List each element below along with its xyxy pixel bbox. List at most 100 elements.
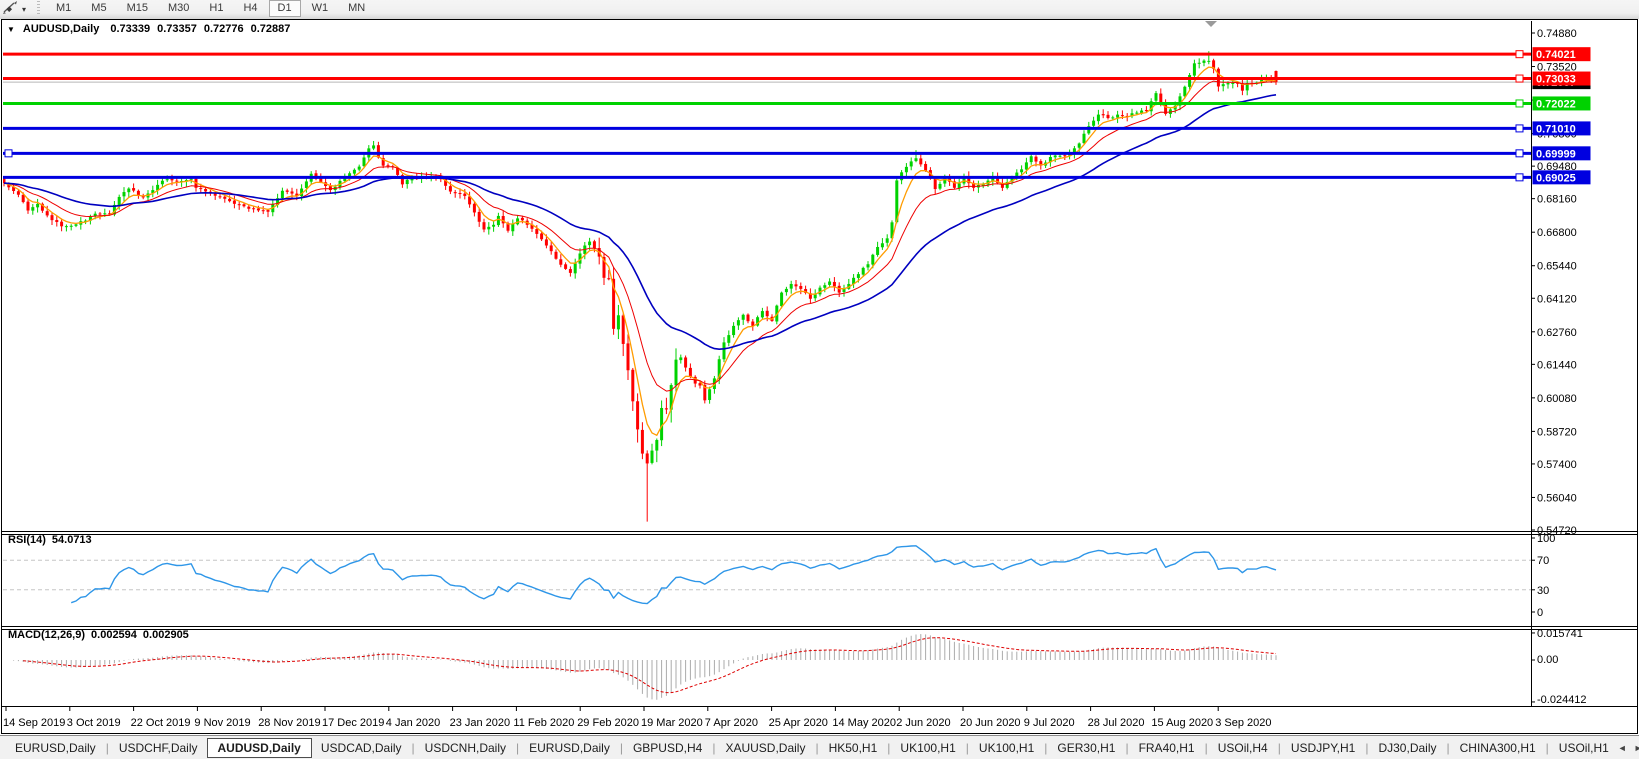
candle-body bbox=[199, 188, 203, 190]
candle-body bbox=[607, 278, 611, 280]
candle-body bbox=[679, 357, 683, 361]
hline-handle[interactable] bbox=[1515, 173, 1524, 182]
tab-scroll-left-icon[interactable]: ◄ bbox=[1618, 743, 1627, 753]
candle-body bbox=[832, 281, 836, 287]
chart-tab-GER30-H1[interactable]: GER30,H1 bbox=[1048, 738, 1124, 758]
cursor-tool-icon[interactable] bbox=[3, 1, 19, 17]
chart-tab-XAUUSD-Daily[interactable]: XAUUSD,Daily bbox=[716, 738, 814, 758]
rsi-value: 54.0713 bbox=[51, 534, 92, 546]
candle-body bbox=[924, 163, 928, 171]
candle-body bbox=[564, 264, 568, 269]
hline-handle[interactable] bbox=[1515, 74, 1524, 83]
candle-body bbox=[304, 181, 308, 188]
chart-tabs-bar: EURUSD,Daily | USDCHF,Daily AUDUSD,Daily USD… bbox=[0, 735, 1639, 759]
price-label-text: 0.72022 bbox=[1536, 98, 1576, 110]
chart-tab-USOil-H1[interactable]: USOil,H1 bbox=[1550, 738, 1618, 758]
hline-handle[interactable] bbox=[1515, 50, 1524, 59]
candle-body bbox=[98, 213, 102, 215]
date-label: 28 Nov 2019 bbox=[258, 717, 320, 729]
price-label-text: 0.74021 bbox=[1536, 49, 1576, 61]
timeframe-button-H1[interactable]: H1 bbox=[200, 0, 232, 17]
chart-tab-UK100-H1[interactable]: UK100,H1 bbox=[891, 738, 964, 758]
candle-body bbox=[64, 226, 68, 228]
hline-handle[interactable] bbox=[1515, 149, 1524, 158]
candle-body bbox=[1024, 162, 1028, 170]
hline-handle[interactable] bbox=[1515, 99, 1524, 108]
candle-body bbox=[1111, 117, 1115, 119]
timeframe-button-group: M1 M5 M15 M30 H1 H4 D1 W1 MN bbox=[46, 0, 375, 17]
timeframe-button-M30[interactable]: M30 bbox=[159, 0, 198, 17]
hline-handle[interactable] bbox=[1515, 124, 1524, 133]
chart-tab-CHINA300-H1[interactable]: CHINA300,H1 bbox=[1451, 738, 1545, 758]
candle-body bbox=[871, 254, 875, 265]
candle-body bbox=[16, 191, 20, 195]
candle-body bbox=[189, 178, 193, 180]
candle-body bbox=[1135, 112, 1139, 114]
ohlc-high-value: 0.73357 bbox=[157, 23, 197, 35]
chart-tab-USDCHF-Daily[interactable]: USDCHF,Daily bbox=[110, 738, 207, 758]
candle-body bbox=[31, 207, 35, 211]
chart-tab-USOil-H4[interactable]: USOil,H4 bbox=[1209, 738, 1277, 758]
candle-body bbox=[674, 359, 678, 386]
timeframe-button-M1[interactable]: M1 bbox=[47, 0, 80, 17]
candle-body bbox=[242, 204, 246, 207]
price-axis-label: 0.73033 bbox=[1532, 71, 1591, 86]
candle-body bbox=[828, 281, 832, 285]
tab-scroll-arrows: ◄ ► bbox=[1618, 743, 1639, 753]
candle-body bbox=[372, 145, 376, 149]
ohlc-open-value: 0.73339 bbox=[110, 23, 151, 35]
candle-body bbox=[223, 196, 227, 199]
candle-body bbox=[487, 226, 491, 230]
macd-axis-label: 0.00 bbox=[1537, 654, 1558, 666]
candle-body bbox=[60, 221, 64, 227]
chart-tab-UK100-H1[interactable]: UK100,H1 bbox=[970, 738, 1043, 758]
chart-tab-USDCNH-Daily[interactable]: USDCNH,Daily bbox=[416, 738, 515, 758]
candle-body bbox=[621, 315, 625, 344]
price-label-text: 0.69025 bbox=[1536, 172, 1576, 184]
rsi-axis-label: 70 bbox=[1537, 555, 1549, 567]
price-tick-label: 0.74880 bbox=[1537, 28, 1577, 40]
symbol-dropdown-icon[interactable]: ▼ bbox=[7, 25, 15, 34]
toolbar-dropdown-icon[interactable]: ▾ bbox=[22, 5, 26, 14]
chart-canvas[interactable]: 0.748800.735200.721600.708000.694800.681… bbox=[0, 0, 1639, 759]
macd-name: MACD(12,26,9) bbox=[8, 629, 86, 641]
candle-body bbox=[1096, 114, 1100, 122]
candle-body bbox=[319, 178, 323, 183]
timeframe-button-M15[interactable]: M15 bbox=[118, 0, 157, 17]
tab-scroll-right-icon[interactable]: ► bbox=[1634, 743, 1639, 753]
chart-tab-EURUSD-Daily[interactable]: EURUSD,Daily bbox=[6, 738, 105, 758]
candle-body bbox=[328, 186, 332, 191]
price-tick-label: 0.66800 bbox=[1537, 227, 1577, 239]
candle-body bbox=[746, 314, 750, 322]
price-tick-label: 0.60080 bbox=[1537, 393, 1577, 405]
candle-body bbox=[228, 198, 232, 202]
chart-tab-HK50-H1[interactable]: HK50,H1 bbox=[820, 738, 887, 758]
date-label: 29 Feb 2020 bbox=[577, 717, 639, 729]
candle-body bbox=[1226, 83, 1230, 85]
candle-body bbox=[866, 264, 870, 268]
chart-tab-DJ30-Daily[interactable]: DJ30,Daily bbox=[1369, 738, 1445, 758]
price-label-text: 0.71010 bbox=[1536, 123, 1576, 135]
candle-body bbox=[880, 243, 884, 248]
candle-body bbox=[760, 311, 764, 318]
timeframe-button-W1[interactable]: W1 bbox=[303, 0, 338, 17]
chart-tab-FRA40-H1[interactable]: FRA40,H1 bbox=[1130, 738, 1204, 758]
chart-tab-GBPUSD-H4[interactable]: GBPUSD,H4 bbox=[624, 738, 711, 758]
candle-body bbox=[357, 166, 361, 170]
timeframe-button-D1[interactable]: D1 bbox=[268, 0, 301, 17]
chart-tab-USDJPY-H1[interactable]: USDJPY,H1 bbox=[1282, 738, 1364, 758]
candle-body bbox=[636, 401, 640, 430]
price-axis-label: 0.71010 bbox=[1532, 121, 1591, 136]
timeframe-button-M5[interactable]: M5 bbox=[82, 0, 115, 17]
chart-tab-USDCAD-Daily[interactable]: USDCAD,Daily bbox=[312, 738, 411, 758]
candle-body bbox=[170, 178, 174, 181]
candle-body bbox=[386, 165, 390, 167]
chart-tab-EURUSD-Daily[interactable]: EURUSD,Daily bbox=[520, 738, 619, 758]
hline-handle[interactable] bbox=[4, 149, 13, 158]
timeframe-button-MN[interactable]: MN bbox=[339, 0, 374, 17]
chart-tab-AUDUSD-Daily[interactable]: AUDUSD,Daily bbox=[206, 737, 312, 758]
timeframe-button-H4[interactable]: H4 bbox=[234, 0, 266, 17]
candle-body bbox=[592, 241, 596, 249]
candle-body bbox=[914, 158, 918, 162]
candle-body bbox=[708, 389, 712, 400]
